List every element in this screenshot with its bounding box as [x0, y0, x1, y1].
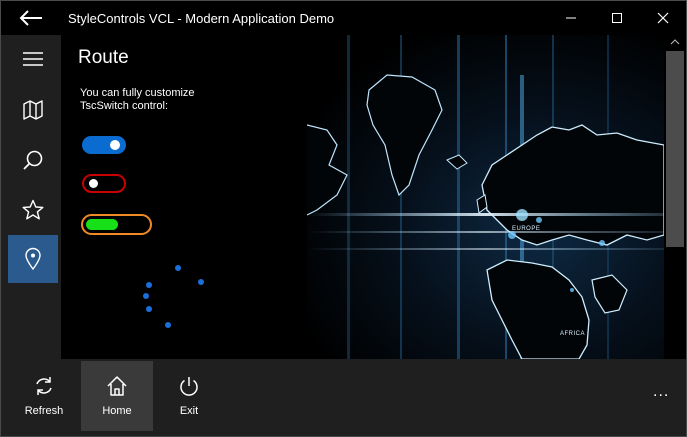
home-label: Home: [102, 405, 132, 417]
map-icon: [23, 100, 43, 120]
more-options-button[interactable]: ...: [653, 383, 669, 401]
back-button[interactable]: [9, 4, 53, 32]
switch-fill: [86, 219, 118, 230]
refresh-label: Refresh: [24, 405, 64, 417]
star-icon: [22, 199, 44, 220]
nav-rail: [1, 35, 61, 359]
home-button[interactable]: Home: [81, 361, 153, 431]
page-title: Route: [78, 47, 129, 68]
exit-label: Exit: [179, 405, 199, 417]
progress-dot: [146, 282, 152, 288]
switch-green-on[interactable]: [81, 214, 152, 235]
world-map-image: EUROPE AFRICA: [307, 35, 664, 359]
progress-dot: [146, 306, 152, 312]
switch-red-off[interactable]: [82, 174, 126, 193]
window-title: StyleControls VCL - Modern Application D…: [68, 11, 335, 26]
close-icon: [657, 12, 669, 24]
refresh-button[interactable]: Refresh: [8, 361, 80, 431]
scroll-thumb[interactable]: [666, 51, 684, 247]
hamburger-icon: [23, 52, 43, 66]
minimize-icon: [566, 17, 576, 19]
progress-dot: [175, 265, 181, 271]
refresh-icon: [36, 377, 52, 395]
switch-knob: [110, 140, 120, 150]
route-panel: Route You can fully customize TscSwitch …: [61, 35, 307, 359]
minimize-button[interactable]: [548, 1, 594, 35]
rail-favorites-button[interactable]: [8, 186, 58, 234]
progress-dot: [198, 279, 204, 285]
progress-dot: [143, 293, 149, 299]
scroll-up-button[interactable]: [664, 35, 686, 49]
rail-search-button[interactable]: [8, 136, 58, 184]
back-arrow-icon: [19, 10, 42, 26]
location-pin-icon: [25, 247, 41, 271]
home-icon: [107, 376, 127, 396]
search-icon: [23, 150, 43, 170]
switch-knob: [89, 179, 98, 188]
power-icon: [180, 377, 198, 396]
vertical-scrollbar[interactable]: [664, 35, 686, 359]
chevron-up-icon: [670, 39, 680, 45]
maximize-button[interactable]: [594, 1, 640, 35]
progress-dot: [165, 322, 171, 328]
rail-route-button[interactable]: [8, 235, 58, 283]
rail-map-button[interactable]: [8, 86, 58, 134]
map-label-europe: EUROPE: [512, 226, 541, 232]
maximize-icon: [612, 13, 622, 23]
app-window: StyleControls VCL - Modern Application D…: [0, 0, 687, 437]
app-bar: Refresh Home Exit ...: [1, 359, 686, 436]
close-button[interactable]: [640, 1, 686, 35]
title-bar: StyleControls VCL - Modern Application D…: [1, 1, 686, 35]
description-text: You can fully customize TscSwitch contro…: [80, 87, 195, 112]
map-label-africa: AFRICA: [560, 331, 586, 337]
switch-blue-on[interactable]: [82, 136, 126, 154]
rail-menu-button[interactable]: [8, 35, 58, 83]
map-artwork: [307, 35, 664, 359]
exit-button[interactable]: Exit: [153, 361, 225, 431]
